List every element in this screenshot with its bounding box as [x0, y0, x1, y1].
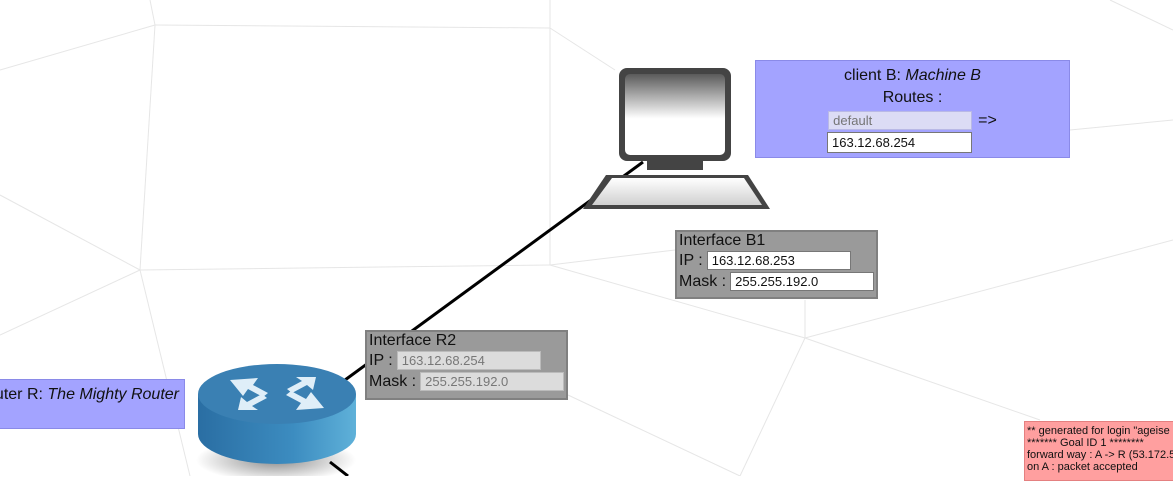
router-name[interactable]: The Mighty Router	[47, 386, 179, 403]
interface-r2-mask-input	[420, 372, 565, 391]
client-b-panel: client B: Machine B Routes : =>	[755, 60, 1070, 158]
log-line: ******* Goal ID 1 ********	[1027, 437, 1144, 449]
log-line: ** generated for login "ageise	[1027, 425, 1170, 437]
route-arrow: =>	[978, 111, 997, 129]
ip-label: IP :	[679, 251, 703, 269]
router-r-panel: outer R: The Mighty Router	[0, 379, 185, 429]
client-name[interactable]: Machine B	[905, 67, 981, 84]
mask-label: Mask :	[679, 272, 727, 290]
route-destination-input[interactable]	[828, 111, 973, 130]
ip-label: IP :	[369, 351, 393, 369]
interface-r2-ip-input	[396, 351, 541, 370]
router-icon[interactable]	[196, 364, 356, 476]
log-line: forward way : A -> R (53.172.5	[1027, 449, 1173, 461]
log-panel: ** generated for login "ageise ******* G…	[1024, 421, 1173, 481]
route-gateway-input[interactable]	[827, 132, 972, 153]
mask-label: Mask :	[369, 372, 417, 390]
client-label: client B:	[844, 67, 906, 84]
route-row: =>	[756, 111, 1069, 130]
interface-b1-panel: Interface B1 IP : Mask :	[675, 230, 878, 299]
log-line: on A : packet accepted	[1027, 461, 1138, 473]
routes-heading: Routes :	[882, 89, 943, 106]
interface-b1-mask-input[interactable]	[730, 272, 875, 291]
interface-r2-panel: Interface R2 IP : Mask :	[365, 330, 568, 400]
interface-b1-title: Interface B1	[679, 232, 766, 249]
interface-r2-title: Interface R2	[369, 332, 457, 349]
network-links	[329, 160, 644, 476]
router-label: outer R:	[0, 386, 43, 403]
interface-b1-ip-input[interactable]	[706, 251, 851, 270]
computer-icon[interactable]	[583, 68, 770, 209]
